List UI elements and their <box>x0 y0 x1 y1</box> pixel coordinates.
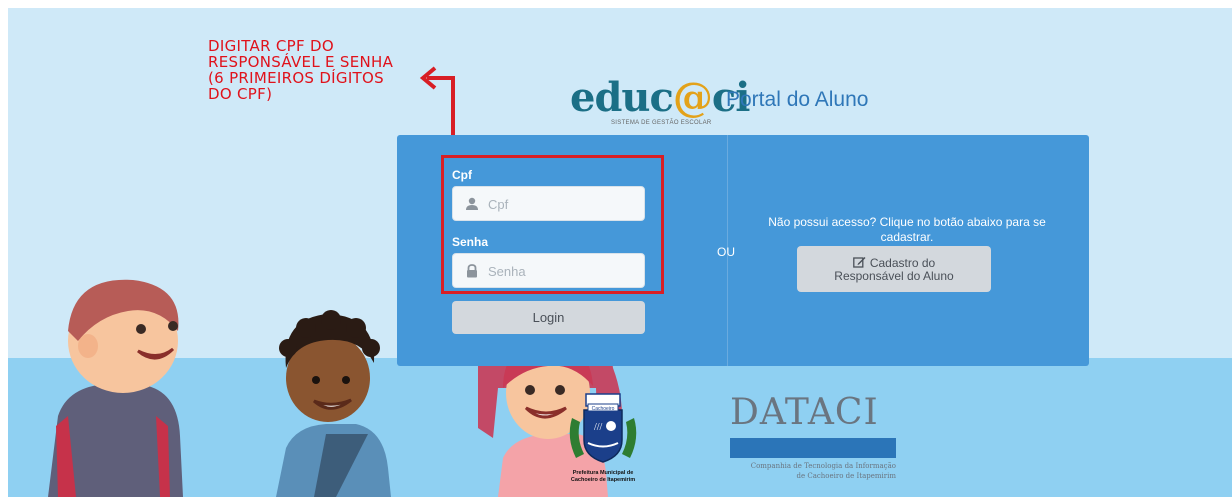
login-button[interactable]: Login <box>452 301 645 334</box>
annotation-line: DIGITAR CPF DO <box>208 37 334 55</box>
dataci-logo: DATACI Companhia de Tecnologia da Inform… <box>730 392 896 480</box>
annotation-line: RESPONSÁVEL E SENHA <box>208 53 394 71</box>
annotation-line: DO CPF) <box>208 85 273 103</box>
or-separator: OU <box>717 245 735 259</box>
crest-caption-line2: Cachoeiro de Itapemirim <box>571 477 635 483</box>
logo-wordmark: educ@ci <box>570 74 750 121</box>
dataci-subtitle: Companhia de Tecnologia da Informação de… <box>730 461 896 481</box>
edit-icon <box>852 257 866 268</box>
page-title: Portal do Aluno <box>726 88 869 111</box>
dataci-sub-line2: de Cachoeiro de Itapemirim <box>796 472 896 480</box>
kid-middle-illustration <box>276 310 391 497</box>
crest-caption-line1: Prefeitura Municipal de <box>573 470 634 476</box>
dataci-bar <box>730 438 896 458</box>
kid-left-illustration <box>48 279 183 497</box>
instruction-annotation: DIGITAR CPF DO RESPONSÁVEL E SENHA (6 PR… <box>208 38 428 102</box>
annotation-line: (6 PRIMEIROS DÍGITOS <box>208 69 384 87</box>
municipal-crest-logo: Cachoeiro /// Prefeitura Municipal de Ca… <box>569 393 637 483</box>
crest-banner-text: Cachoeiro <box>592 406 615 412</box>
credentials-highlight-box <box>441 155 664 294</box>
register-guardian-button[interactable]: Cadastro do Responsável do Aluno <box>797 246 991 292</box>
educaci-logo: educ@ci SISTEMA DE GESTÃO ESCOLAR <box>570 78 750 128</box>
logo-subtitle: SISTEMA DE GESTÃO ESCOLAR <box>611 120 712 126</box>
dataci-title: DATACI <box>730 392 879 433</box>
page-background: DIGITAR CPF DO RESPONSÁVEL E SENHA (6 PR… <box>8 8 1232 497</box>
svg-text:///: /// <box>594 422 603 433</box>
register-button-line2: Responsável do Aluno <box>834 269 954 283</box>
register-prompt: Não possui acesso? Clique no botão abaix… <box>768 215 1046 244</box>
dataci-sub-line1: Companhia de Tecnologia da Informação <box>750 462 896 470</box>
register-button-line1: Cadastro do <box>869 256 936 270</box>
